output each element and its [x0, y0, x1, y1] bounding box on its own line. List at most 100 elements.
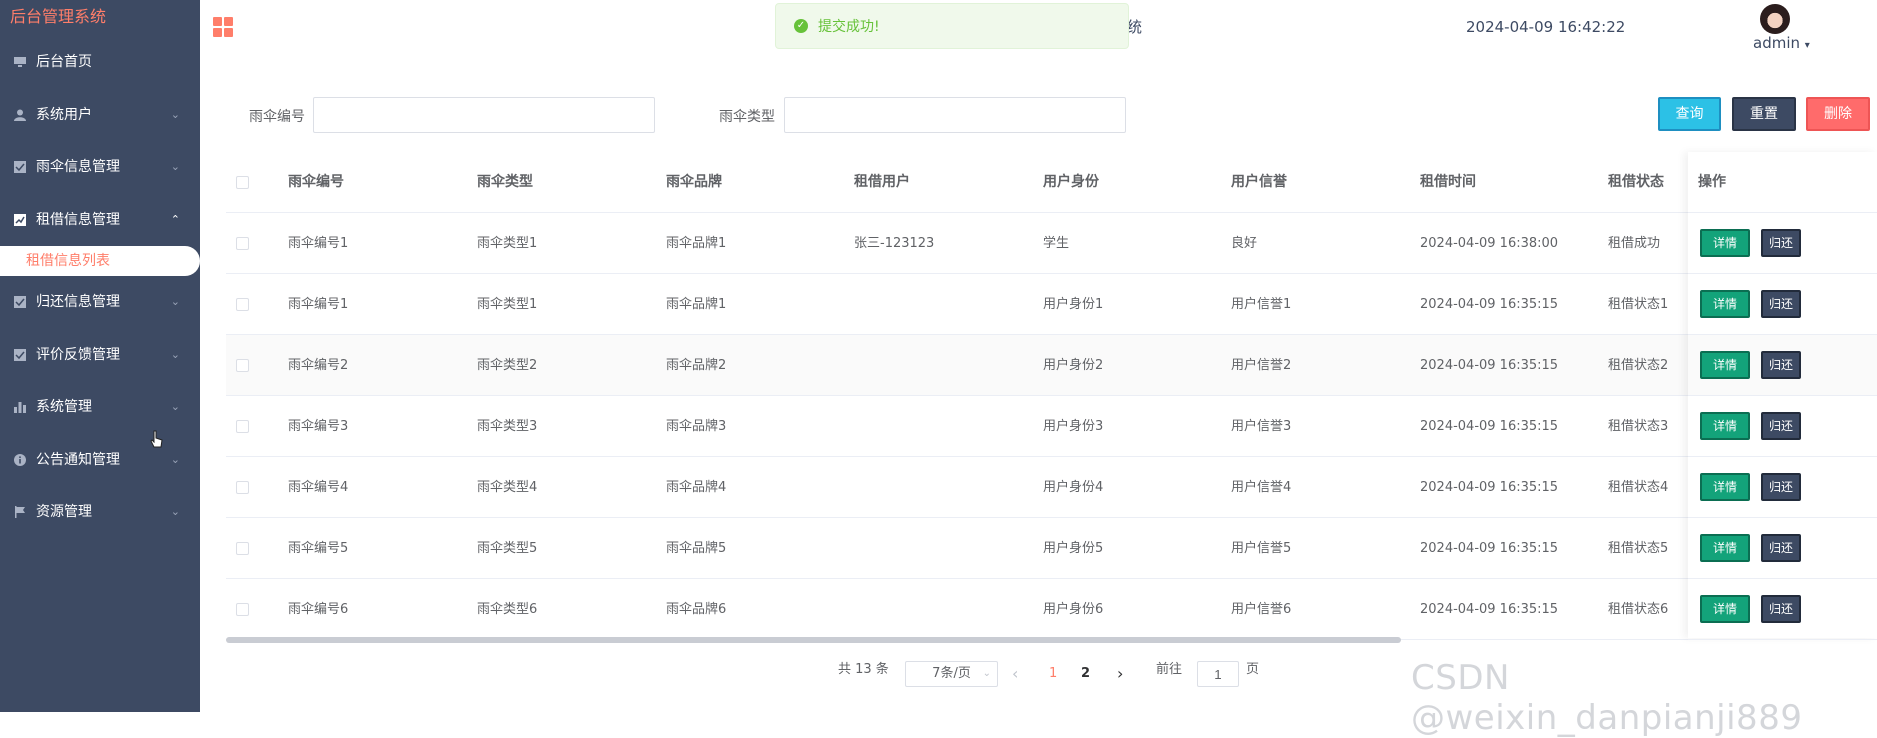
menu-grid-icon[interactable] — [213, 17, 233, 37]
table-row[interactable]: 雨伞编号6 雨伞类型6 雨伞品牌6 用户身份6 用户信誉6 2024-04-09… — [226, 579, 1877, 640]
return-button[interactable]: 归还 — [1761, 290, 1801, 318]
return-button[interactable]: 归还 — [1761, 412, 1801, 440]
table-cell: 用户身份6 — [1043, 602, 1104, 617]
umbrella-no-label: 雨伞编号 — [249, 109, 305, 125]
query-button[interactable]: 查询 — [1658, 97, 1721, 131]
sidebar-item-umbrella-info[interactable]: 雨伞信息管理 ⌄ — [0, 141, 200, 194]
reset-button[interactable]: 重置 — [1732, 97, 1796, 131]
table-header: 雨伞编号 雨伞类型 雨伞品牌 租借用户 用户身份 用户信誉 租借时间 租借状态 — [226, 152, 1877, 213]
operations-cell: 详情 归还 — [1688, 335, 1877, 396]
table-cell: 雨伞类型1 — [477, 297, 538, 312]
row-checkbox[interactable] — [236, 542, 249, 555]
table-row[interactable]: 雨伞编号1 雨伞类型1 雨伞品牌1 张三-123123 学生 良好 2024-0… — [226, 213, 1877, 274]
sidebar-item-return-info[interactable]: 归还信息管理 ⌄ — [0, 276, 200, 329]
page-suffix: 页 — [1246, 662, 1260, 677]
column-header[interactable]: 用户身份 — [1043, 152, 1231, 213]
column-header[interactable]: 租借时间 — [1420, 152, 1608, 213]
detail-button[interactable]: 详情 — [1700, 412, 1750, 440]
check-circle-icon: ✓ — [794, 19, 808, 33]
page-size-value: 7条/页 — [932, 666, 971, 681]
page-number[interactable]: 2 — [1081, 661, 1090, 687]
table-cell: 租借状态2 — [1608, 358, 1669, 373]
table-row[interactable]: 雨伞编号2 雨伞类型2 雨伞品牌2 用户身份2 用户信誉2 2024-04-09… — [226, 335, 1877, 396]
return-button[interactable]: 归还 — [1761, 229, 1801, 257]
sidebar-item-home[interactable]: 后台首页 — [0, 36, 200, 89]
table-cell: 用户信誉1 — [1231, 297, 1292, 312]
row-checkbox[interactable] — [236, 237, 249, 250]
column-header[interactable]: 雨伞品牌 — [666, 152, 854, 213]
column-header[interactable]: 雨伞编号 — [288, 152, 477, 213]
row-checkbox[interactable] — [236, 359, 249, 372]
table-cell: 用户信誉2 — [1231, 358, 1292, 373]
detail-button[interactable]: 详情 — [1700, 229, 1750, 257]
sidebar-item-resources[interactable]: 资源管理 ⌄ — [0, 486, 200, 539]
table-row[interactable]: 雨伞编号1 雨伞类型1 雨伞品牌1 用户身份1 用户信誉1 2024-04-09… — [226, 274, 1877, 335]
detail-button[interactable]: 详情 — [1700, 595, 1750, 623]
table-cell: 雨伞编号4 — [288, 480, 349, 495]
sidebar-item-label: 系统用户 — [36, 106, 92, 123]
column-header[interactable]: 租借状态 — [1608, 152, 1688, 213]
table-cell: 雨伞编号2 — [288, 358, 349, 373]
table-cell: 2024-04-09 16:38:00 — [1420, 236, 1559, 251]
column-header[interactable]: 雨伞类型 — [477, 152, 666, 213]
row-checkbox[interactable] — [236, 481, 249, 494]
sidebar-item-announcements[interactable]: 公告通知管理 ⌄ — [0, 434, 200, 487]
trend-icon — [12, 212, 28, 228]
table-cell: 雨伞类型3 — [477, 419, 538, 434]
monitor-icon — [12, 54, 28, 70]
delete-button[interactable]: 删除 — [1806, 97, 1870, 131]
table-cell: 雨伞品牌1 — [666, 297, 727, 312]
column-header[interactable]: 用户信誉 — [1231, 152, 1420, 213]
return-button[interactable]: 归还 — [1761, 534, 1801, 562]
detail-button[interactable]: 详情 — [1700, 473, 1750, 501]
table-cell: 2024-04-09 16:35:15 — [1420, 541, 1559, 556]
row-checkbox[interactable] — [236, 420, 249, 433]
sidebar-item-label: 系统管理 — [36, 399, 92, 415]
operations-column: 操作 详情 归还 详情 归还 详情 归还 详情 归还 详情 归还 详情 归还 详… — [1688, 152, 1877, 640]
umbrella-type-label: 雨伞类型 — [719, 109, 775, 125]
detail-button[interactable]: 详情 — [1700, 351, 1750, 379]
submenu-item-rental-list[interactable]: 租借信息列表 — [0, 246, 200, 276]
return-button[interactable]: 归还 — [1761, 595, 1801, 623]
table-cell: 雨伞品牌5 — [666, 541, 727, 556]
operations-cell: 详情 归还 — [1688, 579, 1877, 640]
return-button[interactable]: 归还 — [1761, 473, 1801, 501]
sidebar-item-system-management[interactable]: 系统管理 ⌄ — [0, 381, 200, 434]
system-title: 统 — [1127, 18, 1143, 36]
sidebar-item-rental-info[interactable]: 租借信息管理 ⌃ — [0, 194, 200, 247]
current-datetime: 2024-04-09 16:42:22 — [1466, 18, 1626, 36]
goto-page-input[interactable] — [1197, 661, 1239, 687]
username: admin — [1753, 34, 1800, 52]
return-button[interactable]: 归还 — [1761, 351, 1801, 379]
avatar[interactable] — [1760, 4, 1790, 34]
umbrella-type-input[interactable] — [784, 97, 1126, 133]
row-checkbox[interactable] — [236, 603, 249, 616]
detail-button[interactable]: 详情 — [1700, 290, 1750, 318]
sidebar-item-feedback[interactable]: 评价反馈管理 ⌄ — [0, 329, 200, 382]
chevron-down-icon: ⌄ — [170, 107, 180, 121]
chevron-down-icon: ⌄ — [170, 400, 180, 413]
umbrella-no-input[interactable] — [313, 97, 655, 133]
bar-chart-icon — [12, 399, 28, 415]
sidebar-item-label: 归还信息管理 — [36, 294, 120, 310]
chevron-down-icon: ⌄ — [170, 347, 180, 361]
sidebar-item-label: 评价反馈管理 — [36, 346, 120, 363]
row-checkbox[interactable] — [236, 298, 249, 311]
select-all-checkbox[interactable] — [236, 176, 249, 189]
table-row[interactable]: 雨伞编号3 雨伞类型3 雨伞品牌3 用户身份3 用户信誉3 2024-04-09… — [226, 396, 1877, 457]
operations-cell: 详情 归还 — [1688, 274, 1877, 335]
detail-button[interactable]: 详情 — [1700, 534, 1750, 562]
page-number-current[interactable]: 1 — [1049, 661, 1057, 687]
page-size-select[interactable]: 7条/页 ⌄ — [905, 661, 998, 687]
user-menu[interactable]: admin ▾ — [1753, 34, 1810, 52]
horizontal-scrollbar[interactable] — [226, 637, 1401, 643]
operations-cell: 详情 归还 — [1688, 396, 1877, 457]
sidebar-item-system-users[interactable]: 系统用户 ⌄ — [0, 89, 200, 142]
next-page-button[interactable]: › — [1117, 661, 1123, 687]
column-header[interactable]: 租借用户 — [854, 152, 1043, 213]
prev-page-button[interactable]: ‹ — [1012, 661, 1018, 687]
table-row[interactable]: 雨伞编号5 雨伞类型5 雨伞品牌5 用户身份5 用户信誉5 2024-04-09… — [226, 518, 1877, 579]
table-cell — [854, 274, 1043, 335]
table-cell: 张三-123123 — [854, 236, 935, 251]
table-row[interactable]: 雨伞编号4 雨伞类型4 雨伞品牌4 用户身份4 用户信誉4 2024-04-09… — [226, 457, 1877, 518]
